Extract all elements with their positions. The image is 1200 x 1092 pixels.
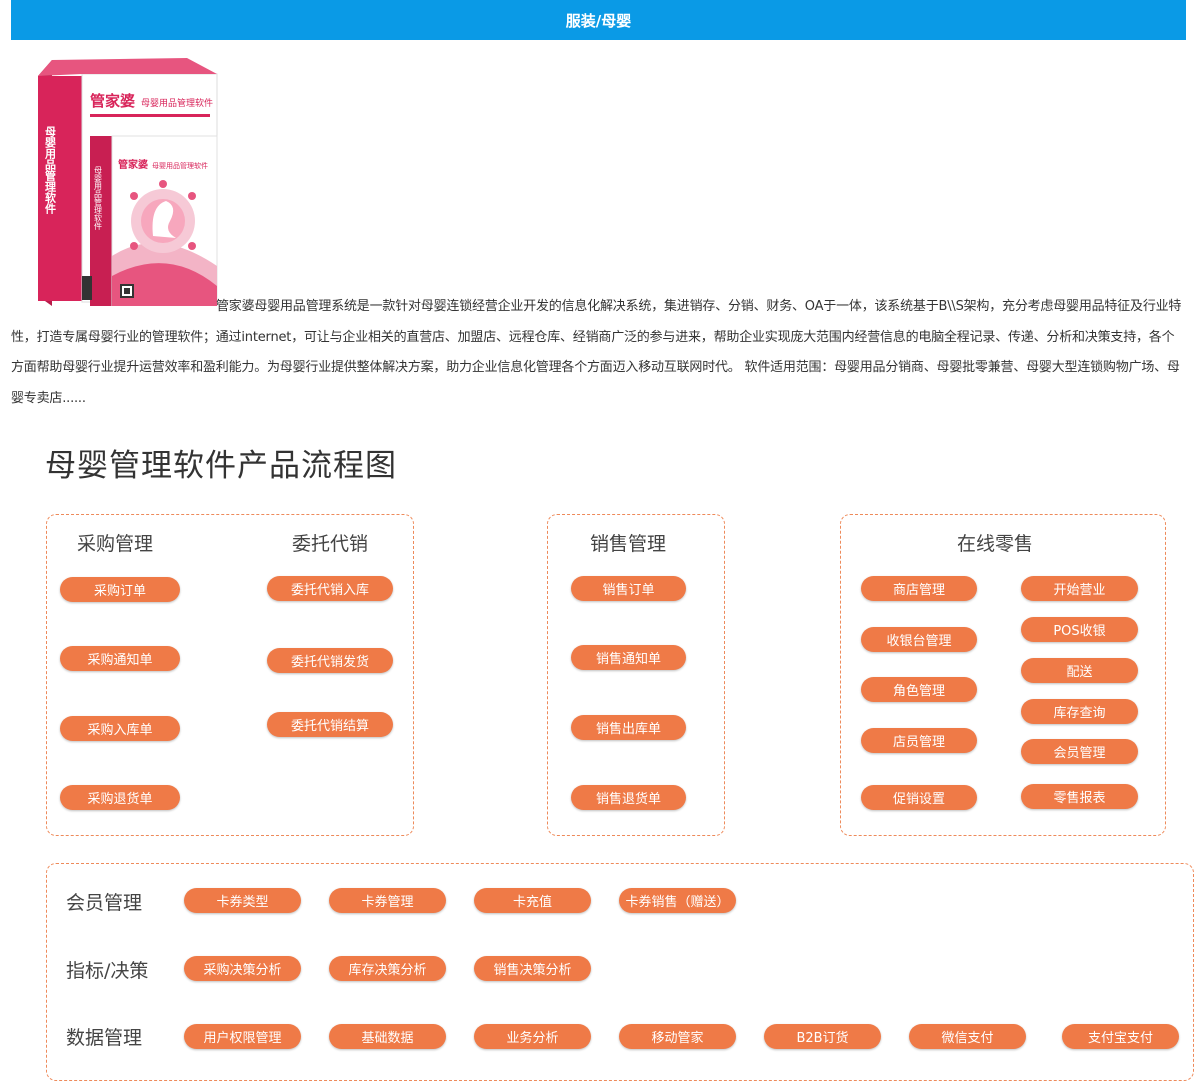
sales-analysis-button[interactable]: 销售决策分析 bbox=[474, 956, 591, 981]
member-management-button[interactable]: 会员管理 bbox=[1021, 739, 1138, 764]
svg-text:母婴用品管理软件: 母婴用品管理软件 bbox=[94, 166, 103, 231]
inventory-analysis-button[interactable]: 库存决策分析 bbox=[329, 956, 446, 981]
sales-column-title: 销售管理 bbox=[589, 533, 666, 555]
b2b-order-button[interactable]: B2B订货 bbox=[764, 1024, 881, 1049]
card-type-button[interactable]: 卡券类型 bbox=[184, 888, 301, 913]
decision-row-label: 指标/决策 bbox=[66, 960, 149, 982]
cashier-management-button[interactable]: 收银台管理 bbox=[861, 627, 977, 652]
base-data-button[interactable]: 基础数据 bbox=[329, 1024, 446, 1049]
delivery-button[interactable]: 配送 bbox=[1021, 658, 1138, 683]
member-row-label: 会员管理 bbox=[66, 892, 143, 914]
pos-cashier-button[interactable]: POS收银 bbox=[1021, 617, 1138, 642]
card-recharge-button[interactable]: 卡充值 bbox=[474, 888, 591, 913]
svg-text:母婴用品管理软件: 母婴用品管理软件 bbox=[152, 161, 208, 170]
purchase-notice-button[interactable]: 采购通知单 bbox=[60, 646, 180, 671]
consign-inbound-button[interactable]: 委托代销入库 bbox=[267, 576, 393, 601]
box-brand-text: 管家婆 bbox=[90, 92, 135, 110]
consign-ship-button[interactable]: 委托代销发货 bbox=[267, 648, 393, 673]
data-row-label: 数据管理 bbox=[66, 1027, 143, 1049]
alipay-button[interactable]: 支付宝支付 bbox=[1062, 1024, 1179, 1049]
online-retail-column-title: 在线零售 bbox=[956, 533, 1033, 555]
svg-text:母婴用品管理软件: 母婴用品管理软件 bbox=[141, 97, 213, 109]
consign-column-title: 委托代销 bbox=[291, 533, 368, 555]
sales-return-button[interactable]: 销售退货单 bbox=[571, 785, 686, 810]
sales-outbound-button[interactable]: 销售出库单 bbox=[571, 715, 686, 740]
clerk-management-button[interactable]: 店员管理 bbox=[861, 728, 977, 753]
user-permission-button[interactable]: 用户权限管理 bbox=[184, 1024, 301, 1049]
card-sale-button[interactable]: 卡券销售（赠送） bbox=[619, 888, 736, 913]
sales-notice-button[interactable]: 销售通知单 bbox=[571, 645, 686, 670]
promotion-settings-button[interactable]: 促销设置 bbox=[861, 785, 977, 810]
category-header: 服装/母婴 bbox=[11, 0, 1186, 40]
card-management-button[interactable]: 卡券管理 bbox=[329, 888, 446, 913]
product-box-image: 管家婆 母婴用品管理软件 母婴用品管理软件 管家婆 母婴用品管理软件 母婴用品管… bbox=[38, 56, 218, 307]
sales-order-button[interactable]: 销售订单 bbox=[571, 576, 686, 601]
wechat-pay-button[interactable]: 微信支付 bbox=[909, 1024, 1026, 1049]
retail-report-button[interactable]: 零售报表 bbox=[1021, 784, 1138, 809]
purchase-column-title: 采购管理 bbox=[76, 533, 153, 555]
intro-paragraph: 管家婆母婴用品管理系统是一款针对母婴连锁经营企业开发的信息化解决系统，集进销存、… bbox=[11, 299, 1182, 406]
shop-management-button[interactable]: 商店管理 bbox=[861, 576, 977, 601]
consign-settle-button[interactable]: 委托代销结算 bbox=[267, 712, 393, 737]
category-title: 服装/母婴 bbox=[565, 11, 632, 30]
business-analysis-button[interactable]: 业务分析 bbox=[474, 1024, 591, 1049]
mobile-manager-button[interactable]: 移动管家 bbox=[619, 1024, 736, 1049]
svg-text:母婴用品管理软件: 母婴用品管理软件 bbox=[44, 126, 57, 215]
start-business-button[interactable]: 开始营业 bbox=[1021, 576, 1138, 601]
purchase-analysis-button[interactable]: 采购决策分析 bbox=[184, 956, 301, 981]
purchase-inbound-button[interactable]: 采购入库单 bbox=[60, 716, 180, 741]
inventory-query-button[interactable]: 库存查询 bbox=[1021, 699, 1138, 724]
purchase-order-button[interactable]: 采购订单 bbox=[60, 577, 180, 602]
purchase-return-button[interactable]: 采购退货单 bbox=[60, 785, 180, 810]
flow-chart-title: 母婴管理软件产品流程图 bbox=[45, 448, 397, 484]
svg-text:管家婆: 管家婆 bbox=[118, 158, 148, 171]
role-management-button[interactable]: 角色管理 bbox=[861, 677, 977, 702]
